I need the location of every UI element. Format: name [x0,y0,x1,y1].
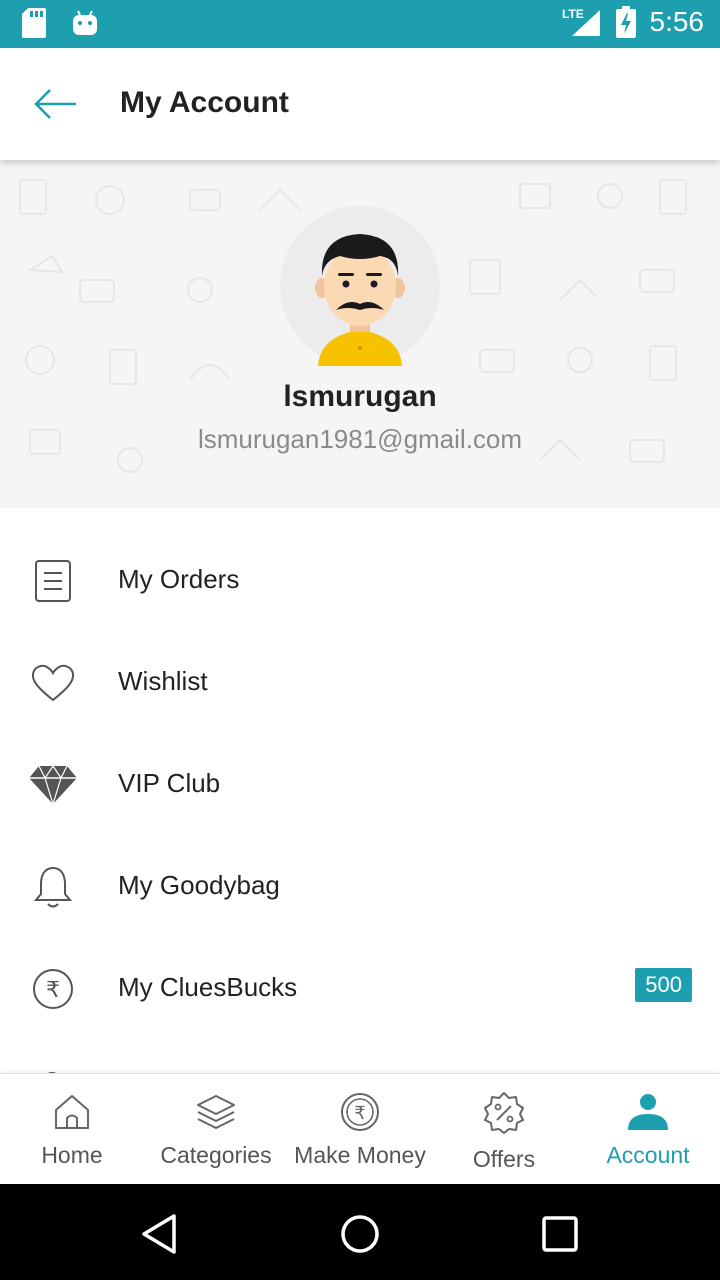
user-name: lsmurugan [283,380,437,413]
bell-icon [26,864,80,910]
menu-item-label: My Goodybag [118,870,280,900]
man-avatar-icon[interactable] [300,218,420,368]
menu-item-wishlist[interactable]: Wishlist [0,632,720,734]
svg-text:₹: ₹ [46,978,60,1003]
status-bar: LTE 5:56 [0,0,720,48]
page-title: My Account [120,86,289,119]
recents-square-icon[interactable] [538,1212,582,1256]
nav-label: Account [606,1142,690,1168]
nav-account[interactable]: Account [576,1074,720,1185]
offer-badge-icon [484,1092,524,1134]
menu-item-label: Wishlist [118,666,208,696]
nav-label: Categories [160,1142,272,1168]
rupee-icon: ₹ [26,966,80,1012]
network-label: LTE [562,7,584,21]
arrow-left-icon [34,89,76,119]
nav-home[interactable]: Home [0,1074,144,1185]
back-triangle-icon[interactable] [138,1212,182,1256]
menu-item-my-cluesbucks[interactable]: ₹ My CluesBucks 500 [0,938,720,1040]
rupee-coin-icon: ₹ [341,1093,379,1131]
nav-label: Make Money [294,1142,426,1168]
back-button[interactable] [30,84,82,124]
battery-charging-icon [615,6,636,38]
menu-item-vip-club[interactable]: VIP Club [0,734,720,836]
menu-item-my-goodybag[interactable]: My Goodybag [0,836,720,938]
nav-label: Offers [472,1146,536,1172]
diamond-icon [26,762,80,808]
menu-item-label: My CluesBucks [118,972,298,1002]
heart-icon [26,660,80,706]
profile-header: lsmurugan lsmurugan1981@gmail.com [0,160,720,508]
nav-make-money[interactable]: ₹ Make Money [288,1074,432,1185]
status-left-icons [22,8,98,38]
svg-text:₹: ₹ [354,1103,365,1124]
orders-list-icon [26,558,80,604]
app-bar: My Account [0,48,720,160]
person-icon [628,1094,668,1130]
account-menu: My Orders Wishlist VIP Club My Goodybag … [0,530,720,1040]
nav-label: Home [41,1142,103,1168]
status-right-icons: LTE 5:56 [562,6,705,38]
android-icon [73,10,97,35]
layers-icon [197,1095,235,1129]
home-circle-icon[interactable] [338,1212,382,1256]
menu-item-label: VIP Club [118,768,221,798]
cluesbucks-badge: 500 [635,968,692,1002]
status-time: 5:56 [649,6,705,37]
menu-item-label: My Orders [118,564,240,594]
nav-offers[interactable]: Offers [432,1074,576,1185]
system-navigation-bar [0,1184,720,1280]
lte-signal-icon: LTE [562,7,600,36]
home-icon [55,1095,89,1129]
bottom-navigation: Home Categories ₹ Make Money Offers Acco… [0,1073,720,1184]
sd-card-icon [22,8,46,38]
nav-categories[interactable]: Categories [144,1074,288,1185]
user-email: lsmurugan1981@gmail.com [197,424,523,454]
menu-item-my-orders[interactable]: My Orders [0,530,720,632]
